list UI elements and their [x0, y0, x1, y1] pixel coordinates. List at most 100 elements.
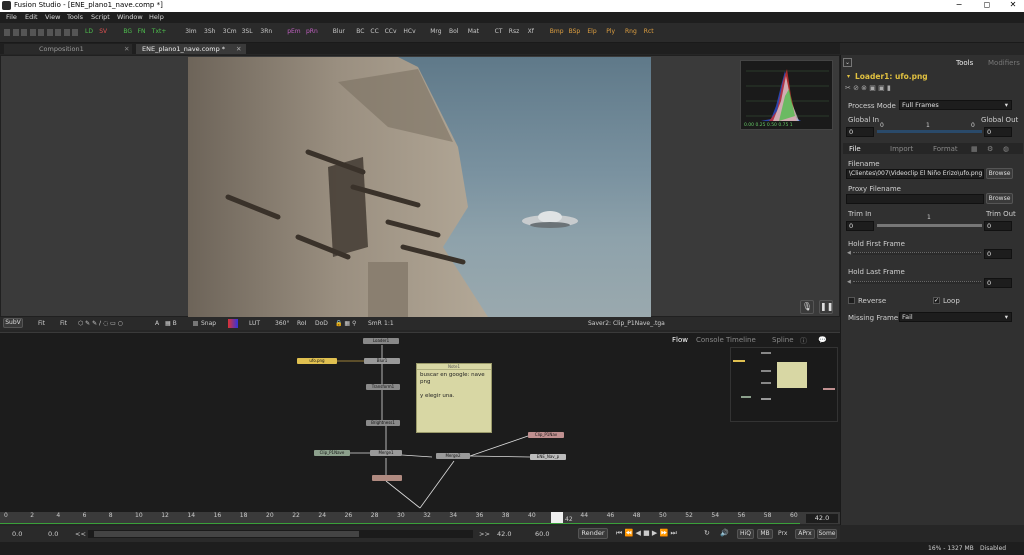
menu-tools[interactable]: Tools: [67, 13, 83, 21]
subview-button[interactable]: SubV: [3, 318, 23, 328]
node-merge1[interactable]: Merge1: [370, 450, 402, 456]
pixel-tool-icon[interactable]: ▦ B: [165, 320, 177, 327]
subtab-format[interactable]: Format: [933, 145, 958, 153]
trim-out-field[interactable]: 0: [984, 221, 1012, 231]
toolbar-button-pem[interactable]: pEm: [287, 28, 300, 35]
toolbar-icon[interactable]: [29, 29, 36, 36]
fit-button-2[interactable]: Fit: [60, 320, 67, 327]
toolbar-button-3rn[interactable]: 3Rn: [260, 28, 272, 35]
hiq-button[interactable]: HiQ: [737, 529, 754, 539]
process-mode-select[interactable]: Full Frames ▾: [899, 100, 1012, 110]
toolbar-button-prn[interactable]: pRn: [306, 28, 318, 35]
toolbar-icon[interactable]: [55, 29, 61, 36]
toolbar-button-fn[interactable]: FN: [138, 28, 146, 35]
browse-button[interactable]: Browse: [986, 168, 1013, 179]
menu-window[interactable]: Window: [117, 13, 143, 21]
node-brightness[interactable]: Brightness1: [366, 420, 400, 426]
snap-button[interactable]: Snap: [201, 320, 216, 327]
subtab-import[interactable]: Import: [890, 145, 913, 153]
node-merge2[interactable]: Merge2: [436, 453, 470, 459]
pause-button[interactable]: ❚❚: [819, 300, 833, 314]
toolbar-button-3sh[interactable]: 3Sh: [204, 28, 215, 35]
viewer-image[interactable]: [188, 57, 651, 317]
toolbar-button-bsp[interactable]: BSp: [569, 28, 581, 35]
collapse-icon[interactable]: ▾: [847, 73, 850, 80]
toolbar-icon[interactable]: [4, 29, 10, 36]
maximize-icon[interactable]: ◻: [978, 0, 996, 9]
toolbar-button-cc[interactable]: CC: [370, 28, 378, 35]
toolbar-button-rsz[interactable]: Rsz: [509, 28, 519, 35]
info-icon[interactable]: ⓘ: [800, 336, 807, 346]
loop-checkbox[interactable]: ✓: [933, 297, 940, 304]
render-button[interactable]: Render: [578, 528, 608, 539]
chevron-down-icon[interactable]: ⌄: [843, 58, 852, 67]
hold-first-slider[interactable]: [853, 252, 981, 255]
toolbar-button-bg[interactable]: BG: [123, 28, 132, 35]
toolbar-button-rct[interactable]: Rct: [644, 28, 654, 35]
hold-first-arrow-icon[interactable]: ◀: [847, 250, 851, 256]
loop-icon[interactable]: ↻: [704, 529, 710, 537]
global-range-slider[interactable]: [877, 130, 982, 133]
toolbar-icon[interactable]: [63, 29, 70, 36]
subtab-file[interactable]: File: [849, 145, 861, 153]
text-tool-icon[interactable]: A: [155, 320, 159, 327]
some-button[interactable]: Some: [817, 529, 837, 539]
tab-composition1[interactable]: Composition1 ✕: [4, 44, 132, 54]
menu-file[interactable]: File: [6, 13, 17, 21]
reverse-checkbox[interactable]: [848, 297, 855, 304]
playback-controls[interactable]: ⏮ ⏪ ◀ ■ ▶ ⏩ ⏭: [616, 529, 677, 538]
sticky-note[interactable]: Note1 buscar en google: nave png y elegi…: [416, 363, 492, 433]
timeline-end-field[interactable]: 42.0: [806, 514, 838, 523]
hold-last-arrow-icon[interactable]: ◀: [847, 279, 851, 285]
playhead[interactable]: [551, 512, 563, 523]
hold-last-field[interactable]: 0: [984, 278, 1012, 288]
audio-icon[interactable]: 🔊: [720, 529, 729, 537]
menu-view[interactable]: View: [45, 13, 60, 21]
loader-icons[interactable]: ✂ ⊘ ⊗ ▣ ▣ ▮: [845, 84, 891, 92]
tab-modifiers[interactable]: Modifiers: [988, 59, 1020, 67]
toolbar-button-elp[interactable]: Elp: [587, 28, 596, 35]
toolbar-button-ccv[interactable]: CCv: [385, 28, 397, 35]
toolbar-icon[interactable]: [21, 29, 27, 36]
toolbar-button-bc[interactable]: BC: [356, 28, 364, 35]
node-loader[interactable]: Loader1: [363, 338, 399, 344]
toolbar-button-3sl[interactable]: 3SL: [242, 28, 253, 35]
tab-tools[interactable]: Tools: [956, 59, 973, 67]
toolbar-button-ply[interactable]: Ply: [606, 28, 615, 35]
toolbar-button-mrg[interactable]: Mrg: [430, 28, 441, 35]
toolbar-button-hcv[interactable]: HCv: [403, 28, 415, 35]
toolbar-button-xf[interactable]: Xf: [528, 28, 534, 35]
trim-slider[interactable]: [877, 224, 982, 227]
hold-first-field[interactable]: 0: [984, 249, 1012, 259]
aprx-button[interactable]: APrx: [795, 529, 815, 539]
tab-spline[interactable]: Spline: [772, 336, 794, 344]
toolbar-button-mat[interactable]: Mat: [468, 28, 479, 35]
toolbar-button-rng[interactable]: Rng: [625, 28, 637, 35]
settings-icon[interactable]: ◍: [1003, 145, 1009, 153]
toolbar-icon[interactable]: [12, 29, 19, 36]
hold-last-slider[interactable]: [853, 281, 981, 284]
global-in-field[interactable]: 0: [846, 127, 874, 137]
toolbar-button-3cm[interactable]: 3Cm: [223, 28, 237, 35]
close-icon[interactable]: ✕: [236, 44, 241, 54]
flow-panel[interactable]: Flow Console Timeline Spline ⓘ 💬 Loader1…: [0, 332, 840, 512]
toolbar-button-ct[interactable]: CT: [495, 28, 503, 35]
menu-help[interactable]: Help: [149, 13, 164, 21]
global-start-field[interactable]: 0.0: [12, 530, 22, 538]
comment-icon[interactable]: 💬: [818, 336, 827, 344]
lut-button[interactable]: LUT: [249, 320, 260, 327]
lock-icon[interactable]: 🔒 ▦ ⚲: [335, 320, 356, 327]
prx-button[interactable]: Prx: [778, 530, 787, 537]
toolbar-button-txt[interactable]: Txt+: [152, 28, 167, 35]
minimize-icon[interactable]: −: [950, 0, 968, 9]
microphone-button[interactable]: 🎙: [800, 300, 814, 314]
ratio-button[interactable]: 1:1: [384, 320, 394, 327]
menu-script[interactable]: Script: [91, 13, 110, 21]
toolbar-icon[interactable]: [72, 29, 78, 36]
navigator-minimap[interactable]: [730, 347, 838, 422]
node-output[interactable]: ENE_Nav_p: [530, 454, 566, 460]
node-transform[interactable]: Transform1: [366, 384, 400, 390]
node-blur[interactable]: Blur1: [364, 358, 400, 364]
close-icon[interactable]: ✕: [124, 44, 129, 54]
render-start-field[interactable]: 0.0: [48, 530, 58, 538]
